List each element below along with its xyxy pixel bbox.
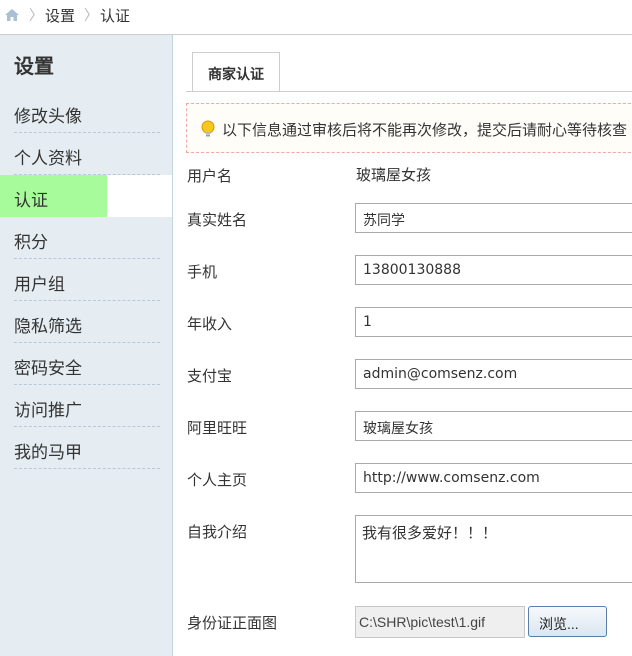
lightbulb-icon bbox=[200, 120, 216, 138]
sidebar-item-label: 隐私筛选 bbox=[14, 317, 82, 336]
idcard-file-path[interactable]: C:\SHR\pic\test\1.gif bbox=[355, 606, 525, 638]
sidebar-item-label: 修改头像 bbox=[14, 107, 82, 126]
income-input[interactable]: 1 bbox=[355, 307, 632, 337]
breadcrumb-item-verify[interactable]: 认证 bbox=[100, 5, 130, 26]
homepage-label: 个人主页 bbox=[187, 472, 248, 489]
realname-input[interactable]: 苏同学 bbox=[355, 203, 632, 233]
sidebar-item-credits[interactable]: 积分 bbox=[0, 217, 172, 259]
bio-textarea[interactable]: 我有很多爱好！！！ bbox=[355, 515, 632, 583]
tab-label: 商家认证 bbox=[208, 66, 264, 82]
alipay-label: 支付宝 bbox=[187, 368, 233, 385]
notice-text: 以下信息通过审核后将不能再次修改，提交后请耐心等待核查 bbox=[222, 122, 628, 139]
tab-divider bbox=[186, 91, 632, 92]
sidebar-item-password[interactable]: 密码安全 bbox=[0, 343, 172, 385]
sidebar: 设置 修改头像 个人资料 认证 积分 用户组 隐私筛选 密码安全 访问推广 我的… bbox=[0, 35, 173, 656]
sidebar-item-label: 个人资料 bbox=[14, 149, 82, 168]
username-value: 玻璃屋女孩 bbox=[356, 167, 432, 184]
sidebar-item-label: 密码安全 bbox=[14, 359, 82, 378]
bio-label: 自我介绍 bbox=[187, 524, 248, 541]
sidebar-item-promotion[interactable]: 访问推广 bbox=[0, 385, 172, 427]
aliwangwang-input[interactable]: 玻璃屋女孩 bbox=[355, 411, 632, 441]
sidebar-title: 设置 bbox=[14, 56, 54, 78]
browse-button[interactable]: 浏览... bbox=[528, 606, 607, 637]
sidebar-item-privacy[interactable]: 隐私筛选 bbox=[0, 301, 172, 343]
breadcrumb: 〉 设置 〉 认证 bbox=[0, 0, 632, 30]
homepage-input[interactable]: http://www.comsenz.com bbox=[355, 463, 632, 493]
aliwangwang-label: 阿里旺旺 bbox=[187, 420, 248, 437]
username-label: 用户名 bbox=[187, 168, 233, 185]
breadcrumb-item-settings[interactable]: 设置 bbox=[45, 5, 75, 26]
sidebar-item-label: 访问推广 bbox=[14, 401, 82, 420]
phone-input[interactable]: 13800130888 bbox=[355, 255, 632, 285]
sidebar-item-label: 认证 bbox=[14, 191, 48, 210]
breadcrumb-separator: 〉 bbox=[29, 7, 43, 23]
sidebar-item-verify[interactable]: 认证 bbox=[0, 175, 172, 217]
notice-box: 以下信息通过审核后将不能再次修改，提交后请耐心等待核查 bbox=[186, 103, 632, 153]
sidebar-item-alias[interactable]: 我的马甲 bbox=[0, 427, 172, 469]
sidebar-item-label: 积分 bbox=[14, 233, 48, 252]
tab-merchant-verify[interactable]: 商家认证 bbox=[192, 52, 280, 92]
realname-label: 真实姓名 bbox=[187, 212, 248, 229]
sidebar-item-label: 我的马甲 bbox=[14, 443, 82, 462]
sidebar-item-usergroup[interactable]: 用户组 bbox=[0, 259, 172, 301]
income-label: 年收入 bbox=[187, 316, 233, 333]
breadcrumb-separator: 〉 bbox=[84, 7, 98, 23]
alipay-input[interactable]: admin@comsenz.com bbox=[355, 359, 632, 389]
sidebar-item-profile[interactable]: 个人资料 bbox=[0, 133, 172, 175]
sidebar-item-label: 用户组 bbox=[14, 275, 65, 294]
phone-label: 手机 bbox=[187, 264, 218, 281]
idcard-label: 身份证正面图 bbox=[187, 615, 278, 632]
sidebar-item-avatar[interactable]: 修改头像 bbox=[0, 91, 172, 133]
home-icon[interactable] bbox=[4, 8, 20, 22]
